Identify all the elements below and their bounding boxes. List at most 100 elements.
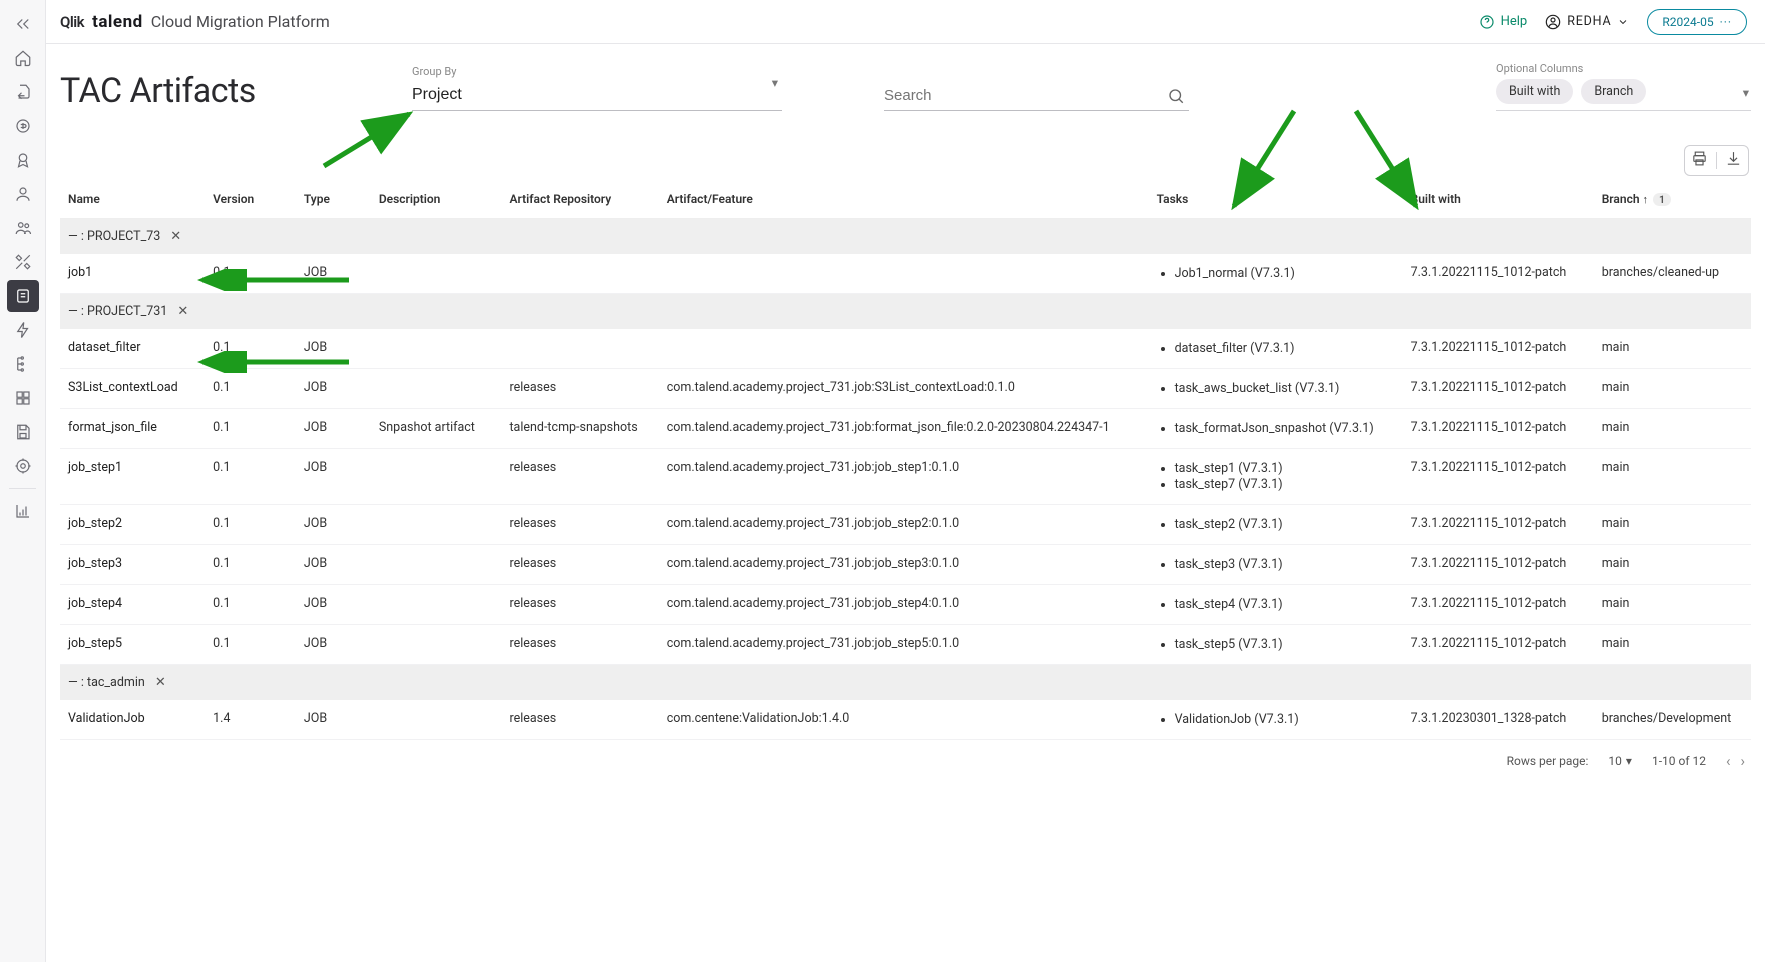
task-item: task_formatJson_snpashot (V7.3.1) bbox=[1175, 421, 1395, 436]
cell-version: 0.1 bbox=[205, 369, 296, 409]
help-link[interactable]: Help bbox=[1479, 14, 1528, 30]
search-input[interactable] bbox=[884, 81, 1189, 111]
cell-built: 7.3.1.20221115_1012-patch bbox=[1403, 625, 1594, 665]
cell-name: format_json_file bbox=[60, 409, 205, 449]
group-header[interactable]: — : PROJECT_73✕ bbox=[60, 219, 1751, 255]
cell-description bbox=[371, 585, 502, 625]
task-item: dataset_filter (V7.3.1) bbox=[1175, 341, 1395, 356]
group-header[interactable]: — : tac_admin✕ bbox=[60, 665, 1751, 701]
table-row[interactable]: S3List_contextLoad0.1JOBreleasescom.tale… bbox=[60, 369, 1751, 409]
chip-built-with[interactable]: Built with bbox=[1496, 79, 1573, 104]
col-built[interactable]: Built with bbox=[1403, 182, 1594, 219]
search-icon bbox=[1167, 87, 1185, 109]
table-row[interactable]: job_step30.1JOBreleasescom.talend.academ… bbox=[60, 545, 1751, 585]
table-row[interactable]: job10.1JOBJob1_normal (V7.3.1)7.3.1.2022… bbox=[60, 254, 1751, 294]
cell-description: Snpashot artifact bbox=[371, 409, 502, 449]
task-item: task_step5 (V7.3.1) bbox=[1175, 637, 1395, 652]
close-icon[interactable]: ✕ bbox=[155, 675, 166, 690]
cell-type: JOB bbox=[296, 505, 371, 545]
cell-type: JOB bbox=[296, 369, 371, 409]
search-field[interactable] bbox=[884, 81, 1189, 111]
print-icon[interactable] bbox=[1691, 150, 1708, 171]
col-description[interactable]: Description bbox=[371, 182, 502, 219]
chip-branch[interactable]: Branch bbox=[1581, 79, 1646, 104]
next-page-button[interactable]: › bbox=[1740, 752, 1745, 770]
cell-branch: main bbox=[1594, 585, 1751, 625]
table-row[interactable]: format_json_file0.1JOBSnpashot artifactt… bbox=[60, 409, 1751, 449]
cell-name: job_step4 bbox=[60, 585, 205, 625]
version-selector[interactable]: R2024-05 ··· bbox=[1647, 9, 1747, 35]
cell-description bbox=[371, 545, 502, 585]
group-header[interactable]: — : PROJECT_731✕ bbox=[60, 294, 1751, 330]
bolt-icon[interactable] bbox=[7, 314, 39, 346]
task-item: task_step1 (V7.3.1) bbox=[1175, 461, 1395, 476]
optional-columns-label: Optional Columns bbox=[1496, 62, 1583, 75]
person-icon[interactable] bbox=[7, 178, 39, 210]
table-row[interactable]: job_step10.1JOBreleasescom.talend.academ… bbox=[60, 449, 1751, 505]
col-repo[interactable]: Artifact Repository bbox=[501, 182, 658, 219]
user-menu[interactable]: REDHA bbox=[1545, 14, 1629, 30]
cell-repo: releases bbox=[501, 545, 658, 585]
version-label: R2024-05 bbox=[1662, 15, 1713, 29]
cell-version: 0.1 bbox=[205, 329, 296, 369]
cell-feature bbox=[659, 329, 1149, 369]
optional-columns-select[interactable]: Built with Branch ▾ bbox=[1496, 79, 1751, 111]
cell-type: JOB bbox=[296, 625, 371, 665]
tree-icon[interactable] bbox=[7, 348, 39, 380]
rows-per-page-select[interactable]: 10 ▾ bbox=[1608, 754, 1632, 768]
group-by-label: Group By bbox=[412, 65, 782, 78]
cell-type: JOB bbox=[296, 545, 371, 585]
group-by-value[interactable] bbox=[412, 80, 782, 111]
cell-branch: main bbox=[1594, 329, 1751, 369]
close-icon[interactable]: ✕ bbox=[170, 229, 181, 244]
table-row[interactable]: job_step50.1JOBreleasescom.talend.academ… bbox=[60, 625, 1751, 665]
table-row[interactable]: job_step40.1JOBreleasescom.talend.academ… bbox=[60, 585, 1751, 625]
cell-built: 7.3.1.20221115_1012-patch bbox=[1403, 329, 1594, 369]
cell-type: JOB bbox=[296, 329, 371, 369]
badge-icon[interactable] bbox=[7, 144, 39, 176]
tools-icon[interactable] bbox=[7, 246, 39, 278]
col-branch[interactable]: Branch ↑ 1 bbox=[1594, 182, 1751, 219]
cell-type: JOB bbox=[296, 700, 371, 740]
prev-page-button[interactable]: ‹ bbox=[1726, 752, 1731, 770]
coin-icon[interactable] bbox=[7, 110, 39, 142]
save-icon[interactable] bbox=[7, 416, 39, 448]
cell-name: job_step1 bbox=[60, 449, 205, 505]
cell-name: dataset_filter bbox=[60, 329, 205, 369]
close-icon[interactable]: ✕ bbox=[177, 304, 188, 319]
col-name[interactable]: Name bbox=[60, 182, 205, 219]
grid-icon[interactable] bbox=[7, 382, 39, 414]
cell-version: 0.1 bbox=[205, 625, 296, 665]
col-type[interactable]: Type bbox=[296, 182, 371, 219]
cell-feature: com.talend.academy.project_731.job:job_s… bbox=[659, 585, 1149, 625]
expand-sidebar-icon[interactable] bbox=[7, 8, 39, 40]
target-icon[interactable] bbox=[7, 450, 39, 482]
home-icon[interactable] bbox=[7, 42, 39, 74]
cell-name: ValidationJob bbox=[60, 700, 205, 740]
group-by-select[interactable]: Group By ▾ bbox=[412, 65, 782, 111]
download-icon[interactable] bbox=[1725, 150, 1742, 171]
table-row[interactable]: job_step20.1JOBreleasescom.talend.academ… bbox=[60, 505, 1751, 545]
artifacts-icon[interactable] bbox=[7, 280, 39, 312]
cell-feature: com.talend.academy.project_731.job:job_s… bbox=[659, 449, 1149, 505]
export-icon[interactable] bbox=[7, 76, 39, 108]
pagination: Rows per page: 10 ▾ 1-10 of 12 ‹ › bbox=[60, 740, 1751, 776]
cell-version: 0.1 bbox=[205, 449, 296, 505]
col-feature[interactable]: Artifact/Feature bbox=[659, 182, 1149, 219]
table-row[interactable]: ValidationJob1.4JOBreleasescom.centene:V… bbox=[60, 700, 1751, 740]
people-icon[interactable] bbox=[7, 212, 39, 244]
topbar: Qlik talend Cloud Migration Platform Hel… bbox=[46, 0, 1765, 44]
cell-description bbox=[371, 505, 502, 545]
task-item: ValidationJob (V7.3.1) bbox=[1175, 712, 1395, 727]
cell-repo: releases bbox=[501, 585, 658, 625]
table-row[interactable]: dataset_filter0.1JOB dataset_filter (V7.3… bbox=[60, 329, 1751, 369]
cell-tasks: dataset_filter (V7.3.1) bbox=[1149, 329, 1403, 369]
cell-repo bbox=[501, 329, 658, 369]
cell-repo bbox=[501, 254, 658, 294]
col-tasks[interactable]: Tasks bbox=[1149, 182, 1403, 219]
cell-tasks: task_aws_bucket_list (V7.3.1) bbox=[1149, 369, 1403, 409]
col-version[interactable]: Version bbox=[205, 182, 296, 219]
user-name: REDHA bbox=[1567, 14, 1611, 29]
ellipsis-icon: ··· bbox=[1720, 15, 1732, 29]
chart-icon[interactable] bbox=[7, 495, 39, 527]
